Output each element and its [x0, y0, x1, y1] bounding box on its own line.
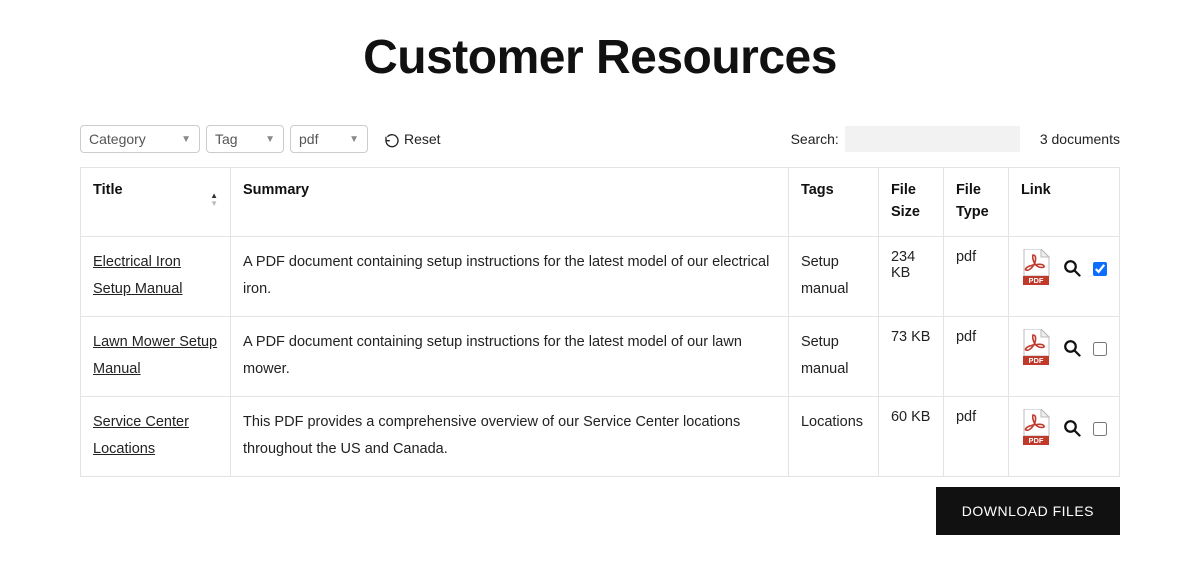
tag-select[interactable]: Tag ▼ — [206, 125, 284, 153]
table-row: Service Center Locations This PDF provid… — [81, 396, 1120, 476]
preview-icon[interactable] — [1063, 419, 1081, 441]
category-select[interactable]: Category ▼ — [80, 125, 200, 153]
document-count: 3 documents — [1040, 131, 1120, 147]
column-header-link[interactable]: Link — [1008, 168, 1119, 237]
document-tags: Setup manual — [788, 316, 878, 396]
pdf-file-icon[interactable]: PDF — [1021, 249, 1051, 289]
svg-text:PDF: PDF — [1028, 436, 1043, 445]
table-row: Electrical Iron Setup Manual A PDF docum… — [81, 236, 1120, 316]
document-summary: This PDF provides a comprehensive overvi… — [231, 396, 789, 476]
column-header-summary[interactable]: Summary — [231, 168, 789, 237]
column-header-summary-label: Summary — [243, 182, 309, 198]
column-header-tags-label: Tags — [801, 182, 834, 198]
select-row-checkbox[interactable] — [1093, 422, 1107, 436]
document-file-type: pdf — [943, 236, 1008, 316]
category-select-label: Category — [89, 131, 146, 147]
table-row: Lawn Mower Setup Manual A PDF document c… — [81, 316, 1120, 396]
document-summary: A PDF document containing setup instruct… — [231, 236, 789, 316]
svg-text:PDF: PDF — [1028, 276, 1043, 285]
document-summary: A PDF document containing setup instruct… — [231, 316, 789, 396]
select-row-checkbox[interactable] — [1093, 342, 1107, 356]
page-title: Customer Resources — [80, 30, 1120, 85]
document-title-link[interactable]: Electrical Iron Setup Manual — [93, 254, 182, 298]
pdf-file-icon[interactable]: PDF — [1021, 329, 1051, 369]
document-title-link[interactable]: Lawn Mower Setup Manual — [93, 334, 217, 378]
chevron-down-icon: ▼ — [181, 134, 191, 145]
filter-toolbar: Category ▼ Tag ▼ pdf ▼ Reset Search: 3 d… — [80, 125, 1120, 153]
column-header-file-type[interactable]: File Type — [943, 168, 1008, 237]
column-header-link-label: Link — [1021, 182, 1051, 198]
reset-label: Reset — [404, 131, 441, 147]
column-header-tags[interactable]: Tags — [788, 168, 878, 237]
svg-text:PDF: PDF — [1028, 356, 1043, 365]
search-input[interactable] — [845, 126, 1020, 152]
undo-icon — [384, 132, 400, 148]
sort-icon: ▲▼ — [210, 192, 218, 208]
column-header-title-label: Title — [93, 180, 123, 202]
reset-button[interactable]: Reset — [384, 131, 441, 147]
download-files-button[interactable]: DOWNLOAD FILES — [936, 487, 1120, 535]
document-tags: Locations — [788, 396, 878, 476]
document-title-link[interactable]: Service Center Locations — [93, 414, 189, 458]
chevron-down-icon: ▼ — [265, 134, 275, 145]
preview-icon[interactable] — [1063, 339, 1081, 361]
select-row-checkbox[interactable] — [1093, 262, 1107, 276]
document-file-type: pdf — [943, 396, 1008, 476]
document-tags: Setup manual — [788, 236, 878, 316]
preview-icon[interactable] — [1063, 259, 1081, 281]
column-header-title[interactable]: Title ▲▼ — [81, 168, 231, 237]
column-header-file-type-label: File Type — [956, 182, 989, 220]
documents-table: Title ▲▼ Summary Tags File Size File — [80, 167, 1120, 477]
column-header-file-size[interactable]: File Size — [878, 168, 943, 237]
tag-select-label: Tag — [215, 131, 238, 147]
pdf-file-icon[interactable]: PDF — [1021, 409, 1051, 449]
filetype-select[interactable]: pdf ▼ — [290, 125, 368, 153]
document-file-size: 234 KB — [878, 236, 943, 316]
column-header-file-size-label: File Size — [891, 182, 920, 220]
document-file-size: 60 KB — [878, 396, 943, 476]
chevron-down-icon: ▼ — [349, 134, 359, 145]
document-file-size: 73 KB — [878, 316, 943, 396]
document-file-type: pdf — [943, 316, 1008, 396]
filetype-select-label: pdf — [299, 131, 318, 147]
search-label: Search: — [791, 131, 839, 147]
